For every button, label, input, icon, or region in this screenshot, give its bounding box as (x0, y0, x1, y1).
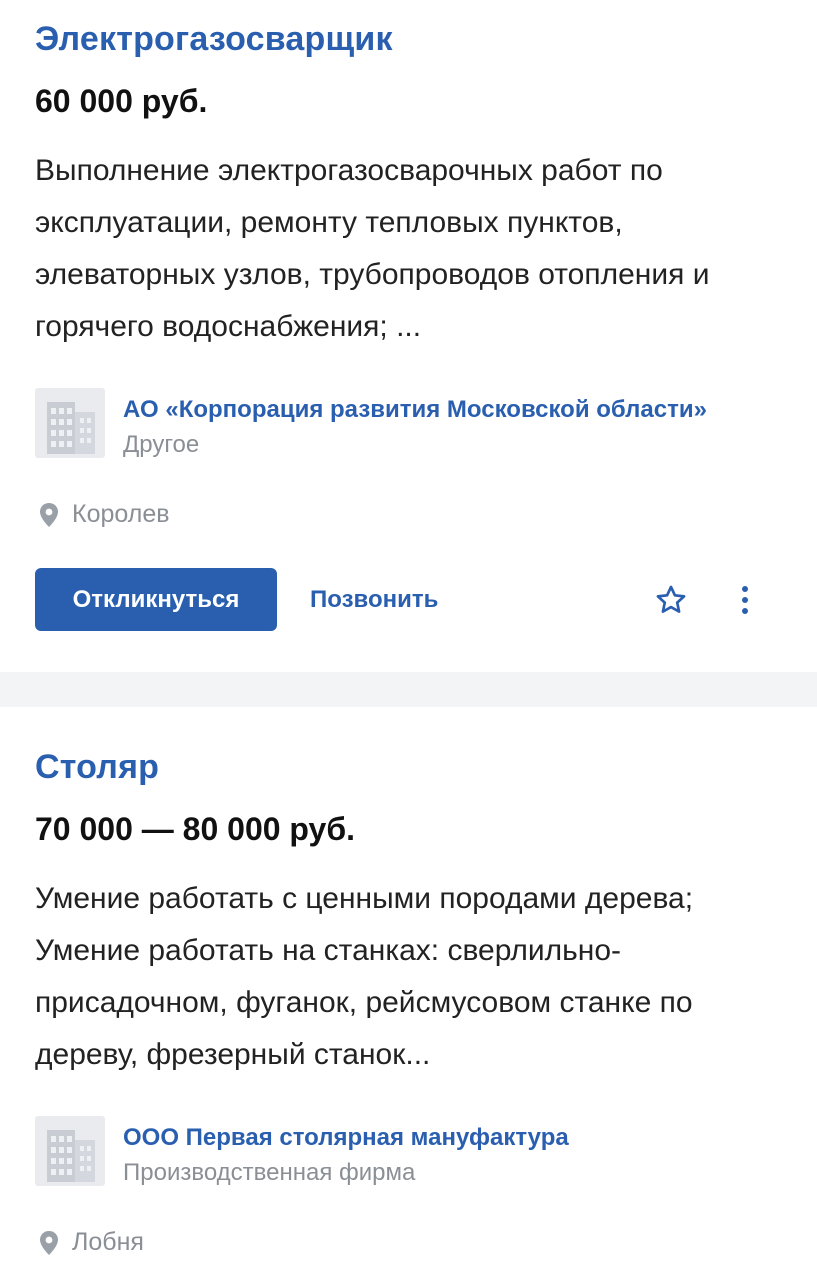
description-line: присадочном, фуганок, рейсмусовом станке… (35, 986, 693, 1019)
kebab-menu-icon[interactable] (725, 580, 765, 620)
vacancy-card: Электрогазосварщик 60 000 руб. Выполнени… (0, 0, 817, 672)
map-pin-icon (40, 1230, 58, 1255)
description-line: Выполнение электрогазосварочных работ по (35, 154, 663, 187)
star-outline-icon[interactable] (651, 580, 691, 620)
company-type: Производственная фирма (123, 1159, 416, 1186)
building-icon[interactable] (35, 1116, 105, 1186)
respond-button[interactable]: Откликнуться (35, 568, 277, 631)
vacancy-salary: 60 000 руб. (35, 83, 208, 119)
call-button[interactable]: Позвонить (310, 568, 438, 631)
vacancy-description: Выполнение электрогазосварочных работ по… (35, 145, 795, 353)
company-name[interactable]: ООО Первая столярная мануфактура (123, 1124, 569, 1152)
description-line: Умение работать на станках: сверлильно- (35, 934, 622, 967)
description-line: дереву, фрезерный станок... (35, 1038, 431, 1071)
company-type: Другое (123, 431, 200, 458)
description-line: элеваторных узлов, трубопроводов отоплен… (35, 258, 710, 291)
vacancy-salary: 70 000 — 80 000 руб. (35, 811, 355, 847)
description-line: горячего водоснабжения; ... (35, 310, 422, 343)
card-separator (0, 672, 817, 707)
location: Лобня (38, 1228, 144, 1257)
vacancy-card: Столяр 70 000 — 80 000 руб. Умение работ… (0, 707, 817, 1280)
map-pin-icon (40, 502, 58, 527)
vacancy-title[interactable]: Столяр (35, 748, 159, 787)
location-city: Королев (72, 500, 170, 528)
building-icon[interactable] (35, 388, 105, 458)
location: Королев (38, 500, 170, 529)
description-line: эксплуатации, ремонту тепловых пунктов, (35, 206, 623, 239)
company-name[interactable]: АО «Корпорация развития Московской облас… (123, 396, 707, 424)
description-line: Умение работать с ценными породами дерев… (35, 882, 694, 915)
vacancy-description: Умение работать с ценными породами дерев… (35, 873, 795, 1081)
vacancy-title[interactable]: Электрогазосварщик (35, 20, 393, 59)
location-city: Лобня (72, 1228, 144, 1256)
